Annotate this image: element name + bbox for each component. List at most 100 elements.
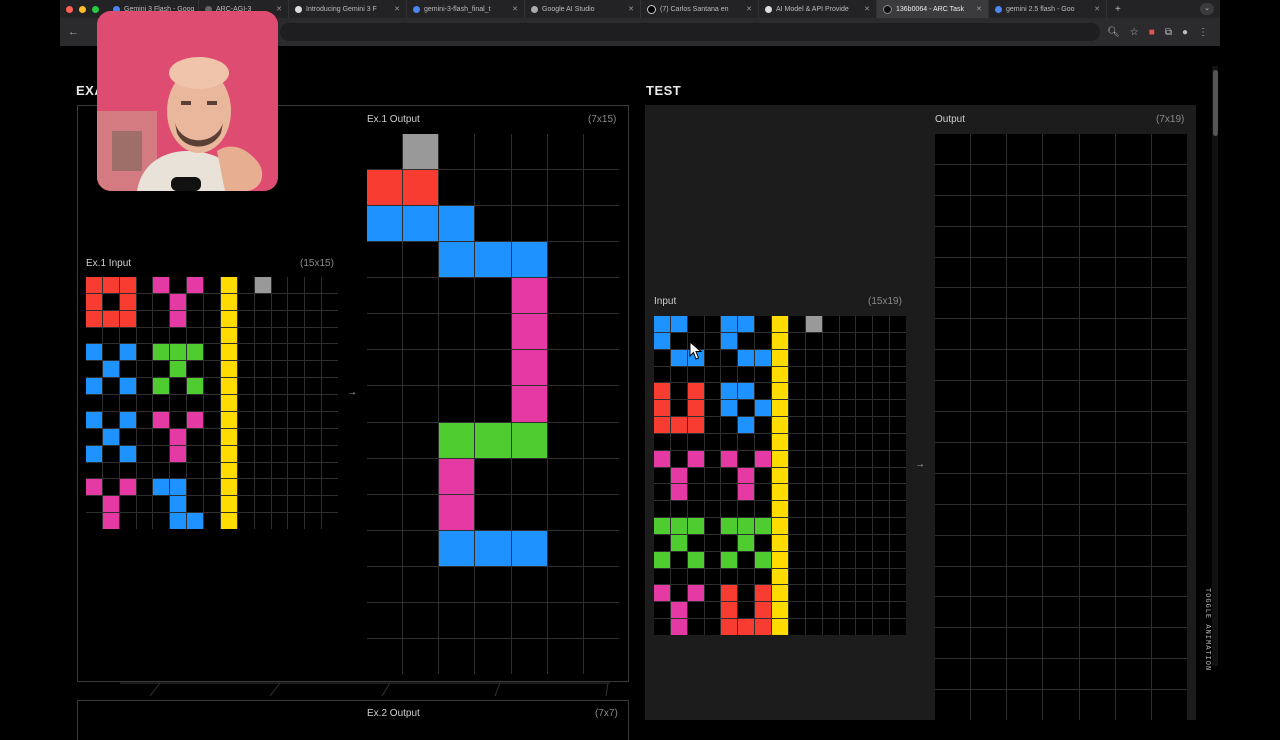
grid-cell[interactable]	[1007, 381, 1043, 412]
grid-cell[interactable]	[1007, 134, 1043, 164]
grid-cell[interactable]	[1079, 381, 1115, 412]
grid-cell[interactable]	[971, 659, 1007, 690]
grid-cell[interactable]	[1079, 566, 1115, 597]
grid-cell[interactable]	[1115, 226, 1151, 257]
browser-tab[interactable]: gemini-3-flash_final_t ✕	[407, 0, 525, 18]
grid-cell[interactable]	[1115, 288, 1151, 319]
grid-cell[interactable]	[935, 659, 971, 690]
grid-cell[interactable]	[1007, 195, 1043, 226]
grid-cell[interactable]	[1115, 134, 1151, 164]
grid-cell[interactable]	[971, 597, 1007, 628]
back-arrow-icon[interactable]: ←	[68, 26, 79, 38]
grid-cell[interactable]	[971, 226, 1007, 257]
grid-cell[interactable]	[1151, 412, 1187, 442]
grid-cell[interactable]	[1079, 350, 1115, 381]
grid-cell[interactable]	[1151, 226, 1187, 257]
grid-cell[interactable]	[1151, 535, 1187, 566]
grid-cell[interactable]	[1115, 566, 1151, 597]
grid-cell[interactable]	[935, 319, 971, 350]
grid-cell[interactable]	[1043, 566, 1079, 597]
grid-cell[interactable]	[971, 628, 1007, 659]
grid-cell[interactable]	[1043, 690, 1079, 720]
grid-cell[interactable]	[1043, 473, 1079, 504]
scrollbar-track[interactable]	[1212, 66, 1218, 666]
extensions-puzzle-icon[interactable]: ⧉	[1165, 27, 1172, 38]
grid-cell[interactable]	[1079, 628, 1115, 659]
grid-cell[interactable]	[1115, 257, 1151, 288]
grid-cell[interactable]	[1043, 628, 1079, 659]
grid-cell[interactable]	[1115, 535, 1151, 566]
grid-cell[interactable]	[935, 535, 971, 566]
grid-cell[interactable]	[1043, 195, 1079, 226]
grid-cell[interactable]	[1043, 319, 1079, 350]
grid-cell[interactable]	[1007, 628, 1043, 659]
minimize-window-button[interactable]	[79, 5, 86, 13]
toggle-animation-button[interactable]: TOGGLE ANIMATION	[1196, 588, 1211, 671]
grid-cell[interactable]	[1079, 412, 1115, 442]
grid-cell[interactable]	[1115, 690, 1151, 720]
grid-cell[interactable]	[1043, 164, 1079, 195]
browser-tab-active[interactable]: 136b0064 - ARC Task ✕	[877, 0, 989, 18]
grid-cell[interactable]	[1043, 597, 1079, 628]
grid-cell[interactable]	[1079, 134, 1115, 164]
grid-cell[interactable]	[1079, 288, 1115, 319]
browser-tab[interactable]: Introducing Gemini 3 F ✕	[289, 0, 407, 18]
grid-cell[interactable]	[935, 350, 971, 381]
grid-cell[interactable]	[935, 412, 971, 442]
tab-close-icon[interactable]: ✕	[394, 5, 400, 13]
grid-cell[interactable]	[1151, 628, 1187, 659]
grid-cell[interactable]	[1115, 164, 1151, 195]
grid-cell[interactable]	[971, 566, 1007, 597]
grid-cell[interactable]	[1043, 350, 1079, 381]
grid-cell[interactable]	[935, 288, 971, 319]
grid-cell[interactable]	[1151, 134, 1187, 164]
grid-cell[interactable]	[935, 195, 971, 226]
grid-cell[interactable]	[935, 226, 971, 257]
grid-cell[interactable]	[1007, 597, 1043, 628]
tab-close-icon[interactable]: ✕	[1094, 5, 1100, 13]
grid-cell[interactable]	[1079, 195, 1115, 226]
grid-cell[interactable]	[1151, 164, 1187, 195]
grid-cell[interactable]	[1007, 226, 1043, 257]
grid-cell[interactable]	[1043, 288, 1079, 319]
tab-close-icon[interactable]: ✕	[512, 5, 518, 13]
grid-cell[interactable]	[1043, 257, 1079, 288]
grid-cell[interactable]	[1115, 442, 1151, 473]
grid-cell[interactable]	[1007, 257, 1043, 288]
grid-cell[interactable]	[1079, 164, 1115, 195]
grid-cell[interactable]	[1115, 597, 1151, 628]
grid-cell[interactable]	[935, 690, 971, 720]
grid-cell[interactable]	[935, 381, 971, 412]
grid-cell[interactable]	[1079, 535, 1115, 566]
grid-cell[interactable]	[1007, 659, 1043, 690]
grid-cell[interactable]	[1007, 350, 1043, 381]
new-tab-button[interactable]: +	[1107, 4, 1129, 15]
grid-cell[interactable]	[1151, 381, 1187, 412]
grid-cell[interactable]	[935, 257, 971, 288]
grid-cell[interactable]	[1007, 690, 1043, 720]
maximize-window-button[interactable]	[92, 5, 99, 13]
grid-cell[interactable]	[1043, 504, 1079, 535]
tab-search-chevron-icon[interactable]: ⌄	[1200, 3, 1214, 15]
grid-cell[interactable]	[1151, 690, 1187, 720]
extension-icon[interactable]: ■	[1149, 27, 1155, 38]
tab-close-icon[interactable]: ✕	[628, 5, 634, 13]
menu-kebab-icon[interactable]: ⋮	[1198, 27, 1208, 38]
tab-close-icon[interactable]: ✕	[976, 5, 982, 13]
grid-cell[interactable]	[1115, 659, 1151, 690]
browser-tab[interactable]: Google AI Studio ✕	[525, 0, 641, 18]
test-output-grid[interactable]	[935, 134, 1187, 720]
browser-tab[interactable]: AI Model & API Provide ✕	[759, 0, 877, 18]
grid-cell[interactable]	[971, 473, 1007, 504]
grid-cell[interactable]	[1043, 134, 1079, 164]
grid-cell[interactable]	[1007, 288, 1043, 319]
grid-cell[interactable]	[1079, 473, 1115, 504]
grid-cell[interactable]	[1115, 504, 1151, 535]
grid-cell[interactable]	[935, 473, 971, 504]
grid-cell[interactable]	[1151, 504, 1187, 535]
grid-cell[interactable]	[971, 412, 1007, 442]
grid-cell[interactable]	[971, 504, 1007, 535]
grid-cell[interactable]	[1007, 442, 1043, 473]
grid-cell[interactable]	[1079, 257, 1115, 288]
grid-cell[interactable]	[1151, 195, 1187, 226]
